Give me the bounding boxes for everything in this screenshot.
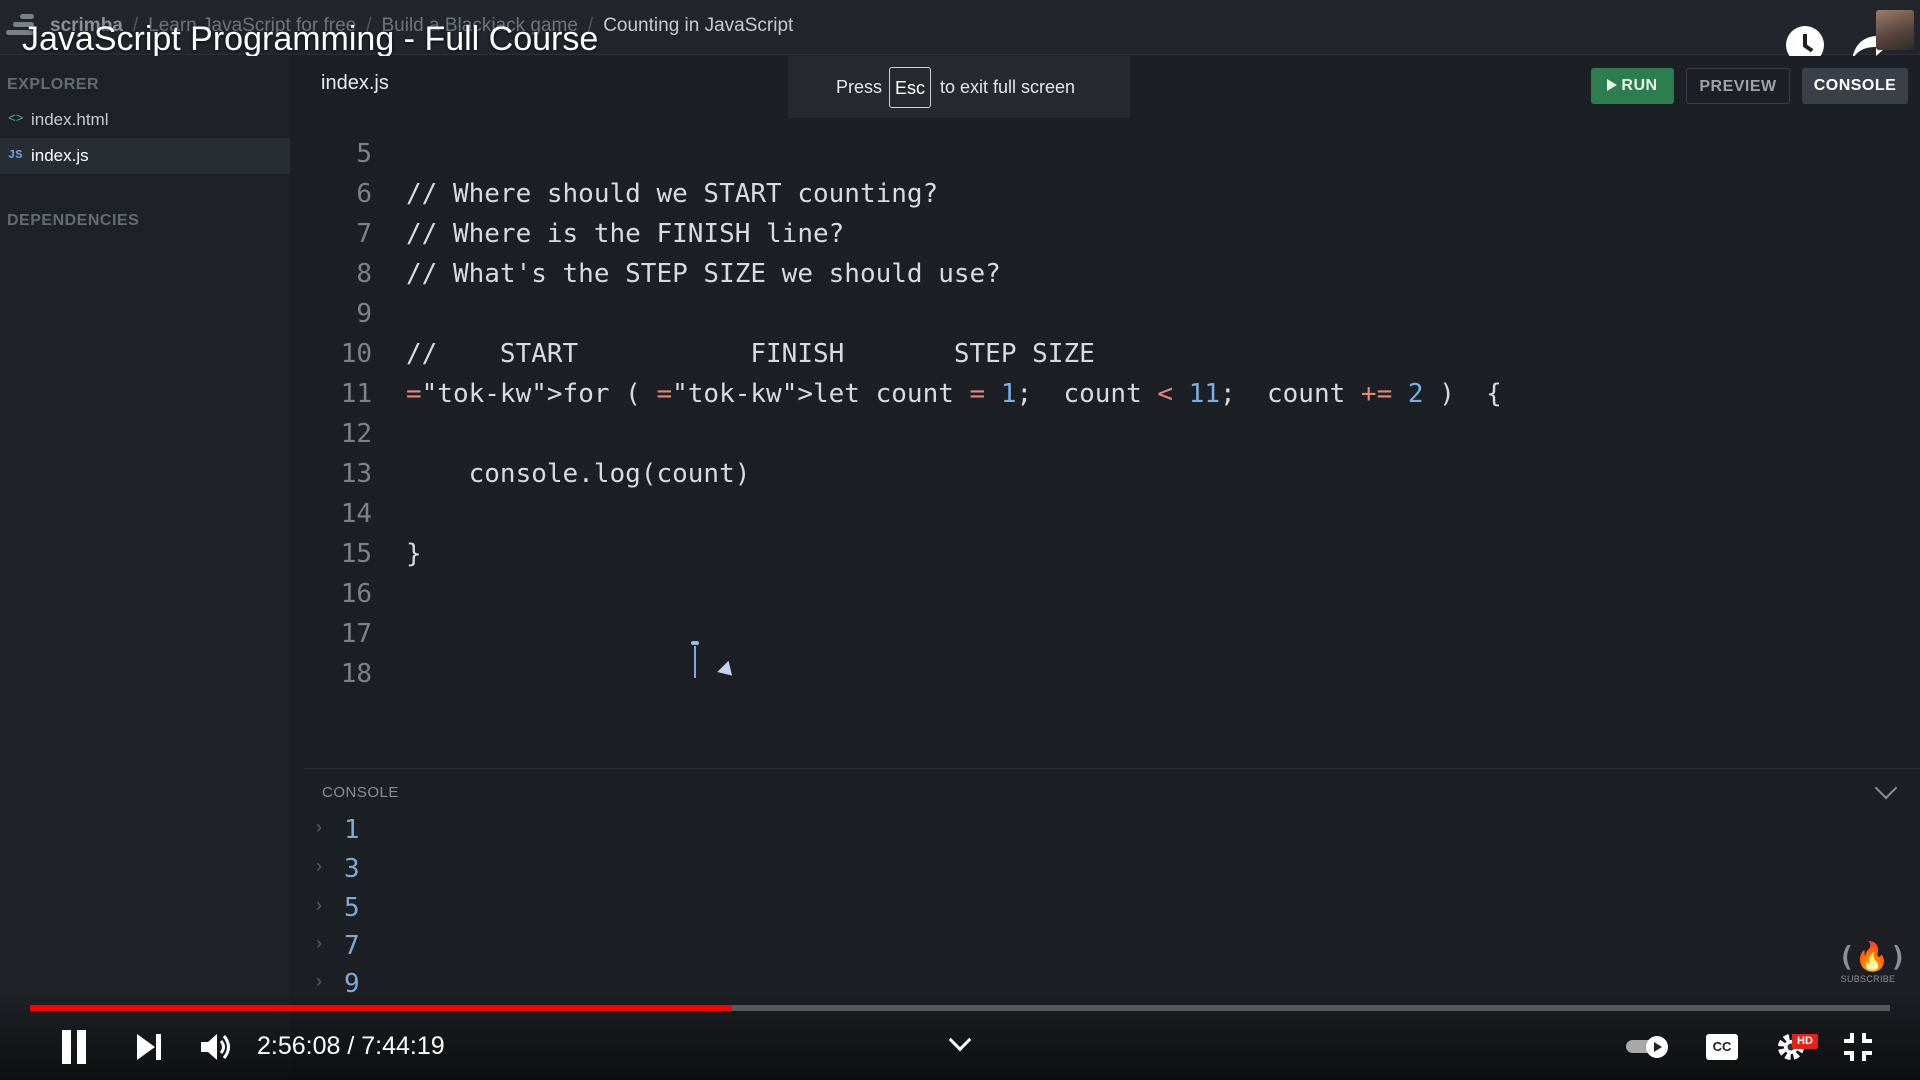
run-button[interactable]: RUN [1591, 68, 1674, 104]
channel-avatar[interactable] [1876, 10, 1914, 50]
fullscreen-exit-toast: Press Esc to exit full screen [788, 56, 1130, 118]
progress-bar[interactable] [30, 1005, 1890, 1011]
run-button-label: RUN [1621, 77, 1658, 94]
exit-fullscreen-icon[interactable] [1843, 1032, 1873, 1062]
toast-prefix: Press [836, 77, 883, 97]
code-line: 10 ="tok-kw">for ( ="tok-kw">let count =… [290, 294, 1920, 409]
next-video-icon[interactable] [137, 1034, 163, 1060]
autoplay-play-icon [1646, 1036, 1668, 1058]
explorer-heading: EXPLORER [7, 76, 100, 93]
code-line: 7 // What's the STEP SIZE we should use? [290, 174, 1920, 289]
captions-cc-icon[interactable]: CC [1706, 1034, 1738, 1060]
line-number: 18 [340, 659, 372, 689]
code-line: 16 [290, 534, 1920, 609]
html-file-icon: <> [8, 111, 24, 126]
pause-icon[interactable] [60, 1030, 88, 1064]
chevron-down-icon[interactable] [1874, 776, 1898, 800]
toast-suffix: to exit full screen [940, 77, 1076, 97]
code-line: 13 [290, 414, 1920, 489]
console-output-value: 7 [344, 931, 360, 961]
editor-tab-index-js[interactable]: index.js [321, 72, 389, 95]
subscribe-caption: SUBSCRIBE [1840, 974, 1896, 984]
progress-played [30, 1005, 733, 1011]
file-item-label: index.html [31, 110, 109, 129]
console-output-value: 3 [344, 854, 360, 884]
code-line: 15 [290, 494, 1920, 569]
file-item-index-html[interactable]: <> index.html [0, 102, 290, 138]
console-heading: CONSOLE [322, 784, 399, 801]
code-line: 17 [290, 574, 1920, 649]
console-output-row: › 3 [304, 852, 1920, 890]
code-line: 9 // START FINISH STEP SIZE [290, 254, 1920, 369]
play-icon [1607, 79, 1618, 91]
breadcrumb-current: Counting in JavaScript [603, 15, 794, 36]
code-line: 12 console.log(count) [290, 374, 1920, 489]
dependencies-heading[interactable]: DEPENDENCIES [7, 212, 139, 230]
console-output-row: › 1 [304, 813, 1920, 851]
file-explorer-sidebar: EXPLORER <> index.html JS index.js DEPEN… [0, 56, 290, 1080]
file-item-label: index.js [31, 146, 89, 165]
text-caret-marker [691, 641, 699, 645]
console-panel: CONSOLE › 1 › 3 › 5 › 7 › 9 [304, 768, 1920, 1000]
code-line: 6 // Where is the FINISH line? [290, 134, 1920, 249]
console-output-value: 5 [344, 893, 360, 923]
chevron-right-icon[interactable]: › [316, 856, 322, 877]
text-caret [694, 646, 696, 678]
chevron-right-icon[interactable]: › [316, 895, 322, 916]
chevron-right-icon[interactable]: › [316, 933, 322, 954]
console-output-row: › 5 [304, 891, 1920, 929]
file-item-index-js[interactable]: JS index.js [0, 138, 290, 174]
code-area[interactable]: 5 // Where should we START counting? 6 /… [290, 104, 1920, 768]
code-line: 18 [290, 614, 1920, 689]
hd-badge: HD [1792, 1034, 1818, 1049]
js-file-icon: JS [8, 148, 23, 162]
console-button[interactable]: CONSOLE [1802, 68, 1908, 104]
video-title[interactable]: JavaScript Programming - Full Course [22, 20, 598, 59]
preview-button[interactable]: PREVIEW [1686, 68, 1790, 104]
autoplay-toggle[interactable] [1626, 1036, 1668, 1058]
freecodecamp-logo-icon: (🔥) [1838, 940, 1907, 973]
freecodecamp-subscribe-badge[interactable]: (🔥) SUBSCRIBE [1838, 940, 1907, 992]
code-line: 14 } [290, 454, 1920, 569]
chevron-right-icon[interactable]: › [316, 817, 322, 838]
time-display: 2:56:08 / 7:44:19 [257, 1032, 445, 1060]
code-editor[interactable]: index.js 5 // Where should we START coun… [290, 56, 1920, 768]
code-line: 8 [290, 214, 1920, 289]
volume-icon[interactable] [199, 1031, 233, 1063]
console-output-value: 1 [344, 815, 360, 845]
chevron-right-icon[interactable]: › [316, 971, 322, 992]
console-output-row: › 7 [304, 929, 1920, 967]
code-line: 11 [290, 334, 1920, 409]
toast-key: Esc [889, 67, 931, 108]
